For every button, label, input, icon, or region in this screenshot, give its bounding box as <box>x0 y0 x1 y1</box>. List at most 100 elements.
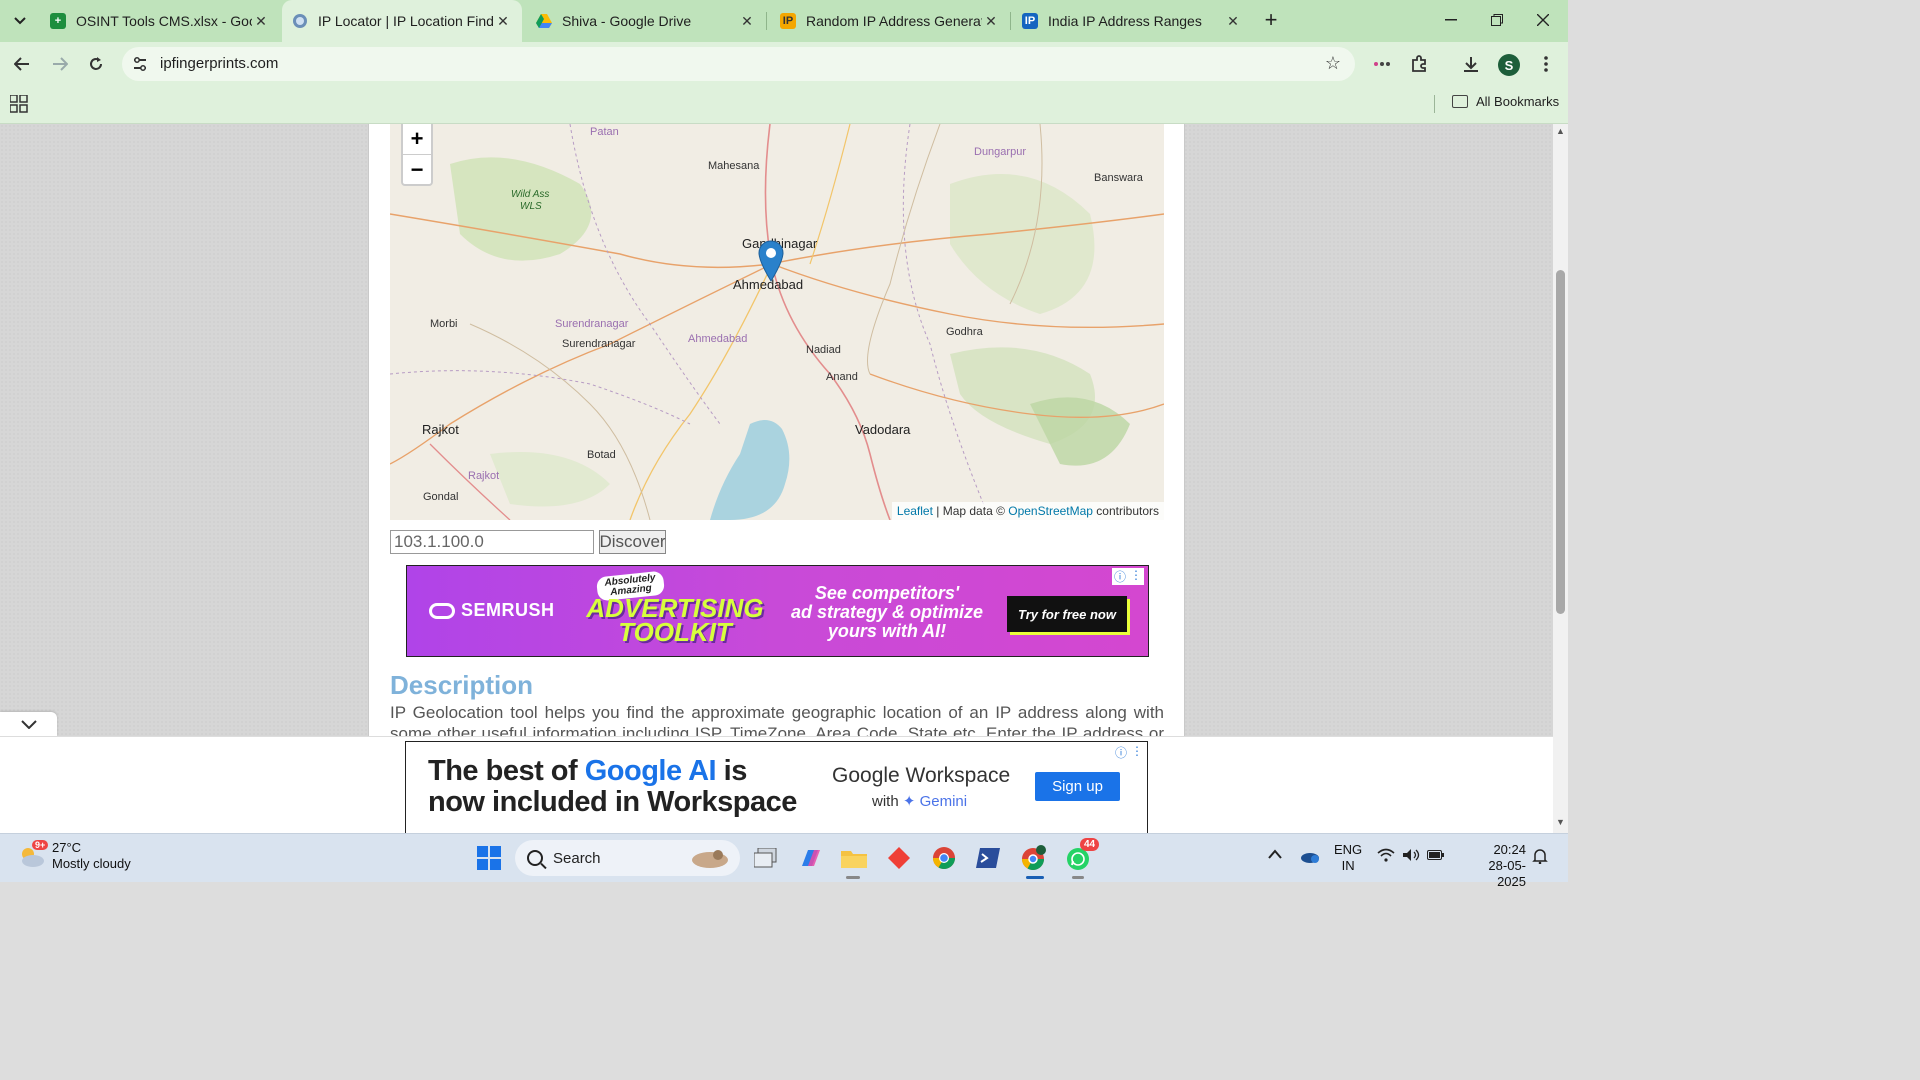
forward-button[interactable] <box>46 50 74 78</box>
start-button[interactable] <box>473 842 505 874</box>
google-workspace-ad[interactable]: The best of Google AI is now included in… <box>405 741 1148 833</box>
ip-icon: IP <box>780 13 796 29</box>
restore-button[interactable] <box>1482 8 1512 32</box>
menu-kebab-icon[interactable] <box>1534 52 1558 76</box>
sheets-icon: + <box>50 13 66 29</box>
tab-random-ip[interactable]: IP Random IP Address Generator, ✕ <box>770 4 1010 38</box>
weather-widget[interactable]: 9+ 27°C Mostly cloudy <box>18 840 131 872</box>
tab-google-drive[interactable]: Shiva - Google Drive ✕ <box>526 4 766 38</box>
close-icon[interactable]: ✕ <box>982 12 1000 30</box>
collapse-ad-button[interactable] <box>0 712 57 736</box>
language-code: ENG <box>1334 842 1363 857</box>
battery-icon[interactable] <box>1427 848 1445 865</box>
app-active-indicator <box>1026 876 1044 879</box>
map-label-vadodara: Vadodara <box>855 422 911 437</box>
search-highlight-icon <box>692 850 728 868</box>
close-icon[interactable]: ✕ <box>494 12 512 30</box>
anydesk-button[interactable] <box>883 842 915 874</box>
new-tab-button[interactable]: + <box>1260 9 1282 32</box>
globe-icon <box>292 13 308 29</box>
ip-address-input[interactable] <box>390 530 594 554</box>
scrollbar-thumb[interactable] <box>1556 270 1565 614</box>
pitch-line-2: ad strategy & optimize <box>790 602 984 622</box>
zoom-in-button[interactable]: + <box>403 124 431 154</box>
headline-line-2: TOOLKIT <box>618 617 732 647</box>
zoom-out-button[interactable]: − <box>403 154 431 184</box>
leaflet-link[interactable]: Leaflet <box>897 504 933 518</box>
ad-menu-icon[interactable]: ⋮ <box>1130 568 1142 585</box>
map-label-rajkot: Rajkot <box>422 422 459 437</box>
semrush-ad-banner[interactable]: SEMRUSH Absolutely Amazing ADVERTISING T… <box>406 565 1149 657</box>
scroll-down-icon[interactable]: ▼ <box>1553 817 1568 831</box>
close-window-button[interactable] <box>1528 8 1558 32</box>
site-info-icon[interactable] <box>132 56 148 72</box>
language-indicator[interactable]: ENG IN <box>1334 842 1362 874</box>
tab-ip-locator[interactable]: IP Locator | IP Location Finder | ✕ <box>282 0 522 42</box>
attribution-text: | Map data © <box>932 504 1009 518</box>
volume-icon[interactable] <box>1402 848 1420 866</box>
ad-info-icon[interactable]: ⓘ <box>1115 744 1127 761</box>
task-view-button[interactable] <box>750 842 782 874</box>
tab-separator <box>1010 12 1011 30</box>
try-free-button[interactable]: Try for free now <box>1007 596 1127 632</box>
minimize-button[interactable] <box>1436 8 1466 32</box>
extension-icon[interactable] <box>1370 52 1394 76</box>
wifi-icon[interactable] <box>1377 848 1395 866</box>
restore-icon <box>1491 14 1503 26</box>
close-icon[interactable]: ✕ <box>1224 12 1242 30</box>
discover-button[interactable]: Discover <box>599 530 666 554</box>
chrome-button[interactable] <box>928 842 960 874</box>
arrow-right-icon <box>53 57 68 71</box>
sign-up-button[interactable]: Sign up <box>1035 772 1120 801</box>
powershell-button[interactable] <box>972 842 1004 874</box>
tab-title: OSINT Tools CMS.xlsx - Google <box>76 13 252 29</box>
clock[interactable]: 20:24 28-05-2025 <box>1460 842 1526 890</box>
location-marker-icon[interactable] <box>758 240 784 282</box>
location-map[interactable]: Patan Mahesana Dungarpur Banswara Wild A… <box>390 124 1164 520</box>
reload-button[interactable] <box>82 50 110 78</box>
tab-separator <box>766 12 767 30</box>
notification-bell-icon[interactable] <box>1532 848 1548 868</box>
map-label-morbi: Morbi <box>430 318 458 330</box>
show-hidden-icons-button[interactable] <box>1268 846 1282 863</box>
download-icon[interactable] <box>1459 52 1483 76</box>
tab-search-button[interactable] <box>6 8 34 34</box>
workspace-product-name: Google Workspace <box>832 764 1011 787</box>
map-label-botad: Botad <box>587 449 616 461</box>
copilot-button[interactable] <box>794 842 826 874</box>
search-label: Search <box>553 849 601 867</box>
ad-choices[interactable]: ⓘ ⋮ <box>1115 744 1143 761</box>
back-button[interactable] <box>8 50 36 78</box>
profile-avatar[interactable]: S <box>1498 54 1520 76</box>
bookmarks-bar: All Bookmarks <box>0 86 1568 124</box>
drive-icon <box>536 13 552 29</box>
taskbar-search[interactable]: Search <box>515 840 740 876</box>
osm-link[interactable]: OpenStreetMap <box>1008 504 1093 518</box>
whatsapp-button[interactable]: 44 <box>1062 838 1100 874</box>
semrush-logo-icon <box>429 602 455 619</box>
tab-osint-sheet[interactable]: + OSINT Tools CMS.xlsx - Google ✕ <box>40 4 280 38</box>
gemini-with: with <box>872 793 903 810</box>
headline-google-ai: Google AI <box>584 755 717 787</box>
page-scrollbar[interactable]: ▲ ▼ <box>1553 124 1568 833</box>
chrome-profile-button[interactable] <box>1018 842 1050 874</box>
ad-menu-icon[interactable]: ⋮ <box>1131 744 1143 761</box>
apps-grid-icon[interactable] <box>10 95 28 113</box>
app-running-indicator <box>846 876 860 879</box>
ad-choices[interactable]: ⓘ ⋮ <box>1111 568 1144 585</box>
scroll-up-icon[interactable]: ▲ <box>1553 126 1568 140</box>
map-attribution: Leaflet | Map data © OpenStreetMap contr… <box>891 502 1164 520</box>
ip-icon: IP <box>1022 13 1038 29</box>
ad-info-icon[interactable]: ⓘ <box>1114 568 1126 585</box>
onedrive-icon[interactable] <box>1298 848 1320 868</box>
close-icon[interactable]: ✕ <box>738 12 756 30</box>
bookmark-star-icon[interactable]: ☆ <box>1325 53 1341 74</box>
tab-india-ip-ranges[interactable]: IP India IP Address Ranges ✕ <box>1012 4 1252 38</box>
file-explorer-button[interactable] <box>838 842 870 874</box>
weather-desc: Mostly cloudy <box>52 856 131 871</box>
all-bookmarks-button[interactable]: All Bookmarks <box>1452 94 1559 109</box>
address-bar[interactable]: ipfingerprints.com ☆ <box>122 47 1355 81</box>
map-label-wild-ass: Wild Ass <box>511 189 550 200</box>
extensions-puzzle-icon[interactable] <box>1408 52 1432 76</box>
close-icon[interactable]: ✕ <box>252 12 270 30</box>
